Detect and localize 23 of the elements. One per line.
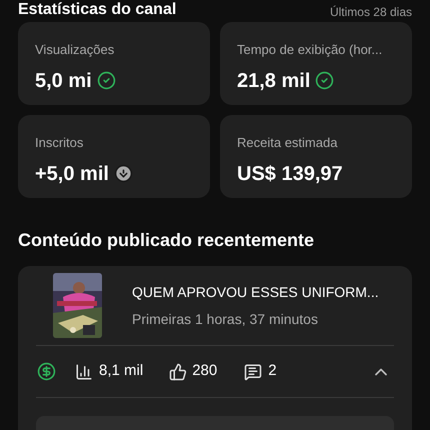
- video-title[interactable]: QUEM APROVOU ESSES UNIFORM...: [132, 282, 379, 302]
- metric-card[interactable]: Tempo de exibição (hor... 21,8 mil: [220, 22, 412, 105]
- comment-icon: [244, 362, 262, 380]
- metric-value: 5,0 mi: [35, 68, 92, 94]
- metric-label: Receita estimada: [237, 134, 338, 152]
- bar-chart-icon: [75, 362, 93, 380]
- video-subtitle: Primeiras 1 horas, 37 minutos: [132, 310, 319, 328]
- metric-label: Tempo de exibição (hor...: [237, 41, 384, 59]
- comments-count: 2: [268, 361, 277, 382]
- section-title: Conteúdo publicado recentemente: [17, 229, 316, 252]
- period-label: Últimos 28 dias: [330, 6, 412, 18]
- metric-card[interactable]: Inscritos +5,0 mil: [18, 115, 210, 198]
- metric-value: +5,0 mil: [35, 162, 109, 186]
- metric-card[interactable]: Visualizações 5,0 mi: [18, 22, 210, 105]
- thumbs-up-icon: [169, 362, 188, 380]
- section-title: Estatísticas do canal: [18, 2, 176, 18]
- views-count: 8,1 mil: [99, 361, 144, 382]
- likes-count: 280: [192, 361, 218, 382]
- metric-label: Inscritos: [35, 134, 84, 152]
- metric-card[interactable]: Receita estimada US$ 139,97: [220, 115, 412, 198]
- metric-value: 21,8 mil: [237, 68, 310, 94]
- metric-label: Visualizações: [35, 41, 116, 59]
- metric-value: US$ 139,97: [237, 162, 343, 186]
